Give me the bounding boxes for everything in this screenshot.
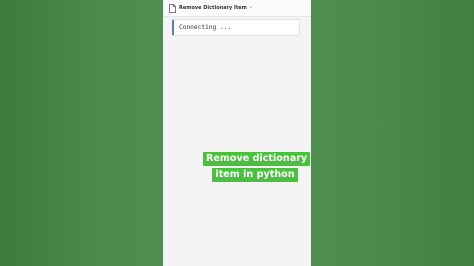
caption-line-1: Remove dictionary [203,152,311,166]
output-text: Connecting ... [179,24,232,31]
background-left [0,0,163,266]
background-right [311,0,474,266]
overlay-caption: Remove dictionary item in python [203,151,311,183]
tab-remove-dictionary-item[interactable]: Remove Dictionary Item • [169,3,252,14]
tab-title: Remove Dictionary Item [179,5,247,11]
caption-line-2: item in python [212,168,298,182]
document-icon [169,4,176,13]
notebook-panel: Remove Dictionary Item • Connecting ... [163,0,311,266]
unsaved-indicator: • [249,5,252,11]
tab-bar: Remove Dictionary Item • [163,0,311,17]
output-cell[interactable]: Connecting ... [172,19,300,36]
